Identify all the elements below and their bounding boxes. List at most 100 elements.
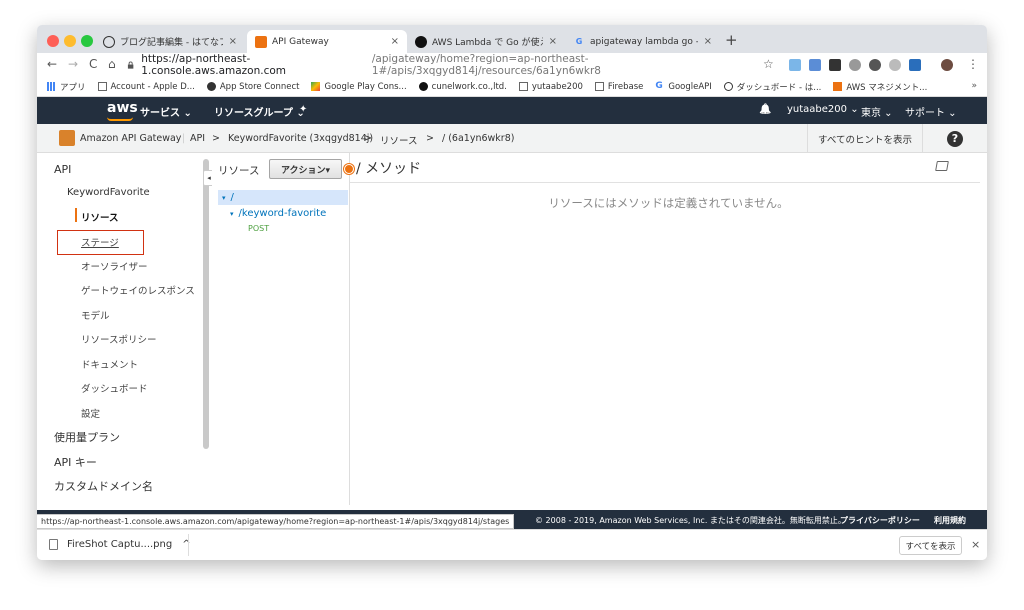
services-menu[interactable]: サービス ⌄: [140, 104, 192, 119]
sidebar-item-dashboard[interactable]: ダッシュボード: [81, 381, 148, 395]
bookmark-github[interactable]: cunelwork.co.,ltd.: [418, 82, 507, 92]
address-bar: ← → C ⌂ https://ap-northeast-1.console.a…: [37, 53, 987, 77]
download-bar: FireShot Captu....png ^ すべてを表示 ×: [37, 529, 987, 560]
sidebar-item-stages[interactable]: ステージ: [81, 235, 119, 249]
github-icon: [418, 82, 428, 91]
sidebar-item-usage-plans[interactable]: 使用量プラン: [54, 429, 120, 445]
bookmark-google-play[interactable]: Google Play Cons...: [311, 82, 407, 92]
aws-logo[interactable]: aws: [107, 100, 138, 116]
browser-menu-button[interactable]: ⋮: [967, 57, 979, 71]
sidebar-item-gateway-responses[interactable]: ゲートウェイのレスポンス: [81, 283, 195, 297]
breadcrumb-api-name[interactable]: KeywordFavorite (3xqgyd814j): [228, 133, 373, 144]
extension-off-icon[interactable]: [829, 59, 841, 71]
divider: [350, 182, 980, 183]
extension-icon[interactable]: [869, 59, 881, 71]
show-all-hints-button[interactable]: すべてのヒントを表示: [807, 124, 922, 153]
bookmark-aws-console[interactable]: AWS マネジメント...: [833, 81, 927, 93]
bookmark-yutaabe200[interactable]: yutaabe200: [518, 82, 583, 92]
sidebar: API KeywordFavorite リソース ステージ オーソライザー ゲー…: [37, 153, 215, 505]
hatena-icon: [103, 35, 115, 48]
breadcrumb-resources[interactable]: リソース: [380, 133, 418, 147]
extension-icon[interactable]: [809, 59, 821, 71]
help-button[interactable]: ?: [922, 124, 987, 153]
new-tab-button[interactable]: +: [725, 31, 738, 49]
resource-keyword-favorite[interactable]: ▾/keyword-favorite: [230, 208, 326, 219]
resource-groups-menu[interactable]: リソースグループ ⌄: [214, 104, 305, 119]
sidebar-item-custom-domains[interactable]: カスタムドメイン名: [54, 478, 153, 494]
breadcrumb-resource-path: / (6a1yn6wkr8): [442, 133, 515, 144]
sidebar-scrollbar[interactable]: [203, 159, 209, 449]
page-icon: [97, 82, 107, 91]
reload-button[interactable]: C: [89, 57, 97, 71]
aws-cube-icon: [255, 35, 267, 48]
forward-button[interactable]: →: [68, 57, 78, 71]
sidebar-item-resources[interactable]: リソース: [81, 210, 119, 224]
bookmark-star-icon[interactable]: ☆: [763, 57, 774, 71]
status-url-tooltip: https://ap-northeast-1.console.aws.amazo…: [37, 514, 515, 529]
zoom-window-button[interactable]: [81, 35, 93, 47]
aws-smile-icon: [107, 117, 133, 121]
method-post[interactable]: POST: [248, 224, 269, 233]
bookmark-apps[interactable]: アプリ: [47, 81, 86, 93]
sidebar-item-api-name[interactable]: KeywordFavorite: [67, 187, 150, 198]
account-menu[interactable]: yutaabe200 ⌄: [787, 104, 859, 115]
tab-aws-lambda-go[interactable]: AWS Lambda で Go が使えるよ ×: [407, 30, 565, 53]
sidebar-item-api-keys[interactable]: API キー: [54, 454, 97, 470]
bookmark-firebase[interactable]: Firebase: [594, 82, 643, 92]
extension-translate-icon[interactable]: [789, 59, 801, 71]
sidebar-item-settings[interactable]: 設定: [81, 406, 100, 420]
tab-close-icon[interactable]: ×: [391, 36, 399, 47]
close-window-button[interactable]: [47, 35, 59, 47]
sidebar-item-authorizers[interactable]: オーソライザー: [81, 259, 148, 273]
bookmark-hatena-dashboard[interactable]: ダッシュボード - は...: [723, 81, 821, 93]
sidebar-item-api[interactable]: API: [54, 163, 71, 176]
actions-dropdown-button[interactable]: アクション▾: [269, 159, 342, 179]
profile-avatar[interactable]: [941, 59, 953, 71]
notification-bell-icon[interactable]: 🔔: [759, 104, 771, 115]
sidebar-item-documentation[interactable]: ドキュメント: [81, 357, 138, 371]
resource-root[interactable]: ▾ /: [218, 190, 348, 205]
url-input[interactable]: https://ap-northeast-1.console.aws.amazo…: [127, 53, 777, 77]
book-icon[interactable]: [935, 161, 949, 171]
terms-link[interactable]: 利用規約: [934, 515, 966, 526]
tab-close-icon[interactable]: ×: [229, 36, 237, 47]
aws-top-nav: aws サービス ⌄ リソースグループ ⌄ ✦ 🔔 yutaabe200 ⌄ 東…: [37, 97, 987, 124]
page-icon: [518, 82, 528, 91]
extension-icon[interactable]: [889, 59, 901, 71]
home-button[interactable]: ⌂: [108, 57, 116, 71]
bookmark-apple-account[interactable]: Account - Apple D...: [97, 82, 195, 92]
close-download-bar-icon[interactable]: ×: [971, 538, 980, 551]
tab-google-search[interactable]: G apigateway lambda go - Googl ×: [565, 30, 720, 53]
tab-close-icon[interactable]: ×: [704, 36, 712, 47]
aws-icon: [833, 82, 843, 91]
extension-icon[interactable]: [849, 59, 861, 71]
extension-icon[interactable]: [909, 59, 921, 71]
pin-icon[interactable]: ✦: [299, 104, 307, 115]
resources-title: リソース: [218, 165, 260, 177]
apps-grid-icon: [47, 82, 56, 91]
minimize-window-button[interactable]: [64, 35, 76, 47]
sidebar-item-resource-policy[interactable]: リソースポリシー: [81, 332, 157, 346]
tab-hatena-blog[interactable]: ブログ記事編集 - はてなブログ ×: [95, 30, 245, 53]
bookmarks-bar: アプリ Account - Apple D... App Store Conne…: [37, 77, 987, 97]
tab-close-icon[interactable]: ×: [549, 36, 557, 47]
bookmark-app-store-connect[interactable]: App Store Connect: [206, 82, 299, 92]
back-button[interactable]: ←: [47, 57, 57, 71]
bookmark-google-api[interactable]: G GoogleAPI: [655, 82, 711, 92]
region-menu[interactable]: 東京 ⌄: [861, 104, 893, 119]
main-content: / メソッド リソースにはメソッドは定義されていません。: [344, 153, 987, 505]
breadcrumb: Amazon API Gateway | API > KeywordFavori…: [37, 124, 987, 153]
play-icon: [311, 82, 321, 91]
google-icon: G: [655, 81, 663, 91]
breadcrumb-api[interactable]: API: [190, 133, 205, 144]
tab-api-gateway[interactable]: API Gateway ×: [247, 30, 407, 53]
sidebar-item-models[interactable]: モデル: [81, 308, 110, 322]
support-menu[interactable]: サポート ⌄: [905, 104, 957, 119]
bookmarks-more-button[interactable]: »: [971, 81, 977, 91]
breadcrumb-service[interactable]: Amazon API Gateway: [80, 133, 181, 144]
show-all-downloads-button[interactable]: すべてを表示: [899, 536, 962, 555]
chevron-up-icon[interactable]: ^: [182, 539, 190, 550]
download-item[interactable]: FireShot Captu....png ^: [49, 539, 191, 550]
privacy-policy-link[interactable]: プライバシーポリシー: [840, 515, 920, 526]
resize-handle-icon[interactable]: [344, 164, 354, 174]
